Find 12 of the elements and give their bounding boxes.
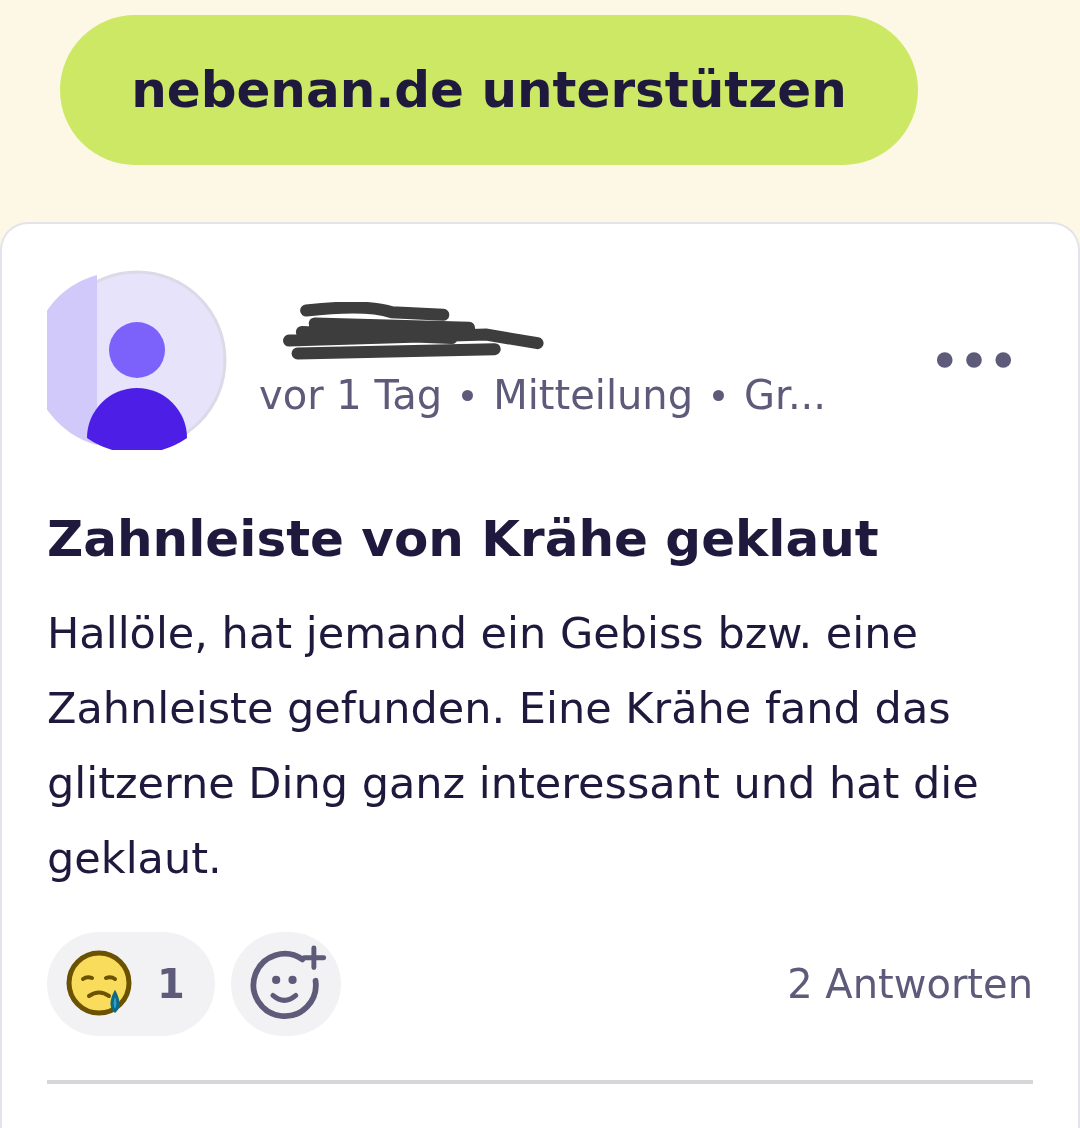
meta-text: vor 1 Tag [259,372,443,418]
avatar-icon [47,270,227,450]
more-options-icon[interactable] [935,350,1013,370]
meta-text: Mitteilung [493,372,694,418]
meta-text: Gr... [744,372,827,418]
separator-dot [713,389,725,401]
post-title: Zahnleiste von Krähe geklaut [47,510,880,568]
separator-dot [462,389,474,401]
replies-link[interactable]: 2 Antworten [787,961,1033,1007]
support-button[interactable]: nebenan.de unterstützen [60,15,918,165]
reaction-button[interactable]: 1 [47,932,215,1036]
post-body: Hallöle, hat jemand ein Gebiss bzw. eine Zahnleiste gefunden. Eine Krähe fand das glitzerne Ding ganz interessant und hat die geklaut. [47,607,980,885]
